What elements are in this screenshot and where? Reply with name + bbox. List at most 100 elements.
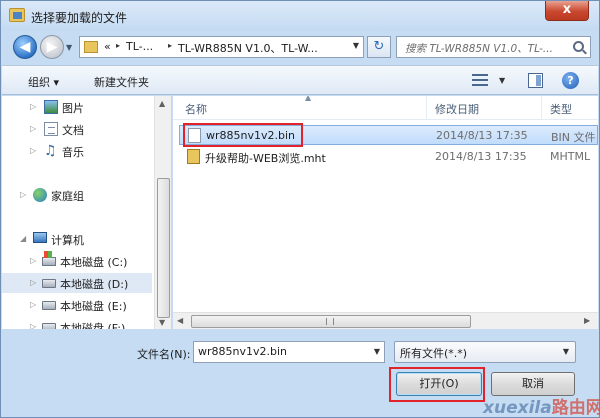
- address-segment[interactable]: TL-WR885N V1.0、TL-W...: [178, 40, 318, 56]
- recent-locations-dropdown-icon[interactable]: ▼: [66, 43, 72, 52]
- column-header-label: 类型: [550, 103, 572, 116]
- address-separator-icon[interactable]: ▸: [168, 41, 172, 50]
- sidebar-item-drive-f[interactable]: ▷ 本地磁盘 (F:): [2, 317, 152, 329]
- file-open-dialog: 选择要加载的文件 x ◀ ▶ ▼ « ▸ TL-... ▸ TL-WR885N …: [0, 0, 600, 418]
- navigation-pane-scrollbar[interactable]: ▲ ▼: [154, 96, 171, 329]
- sidebar-item-label: 音乐: [62, 146, 84, 159]
- computer-icon: [33, 232, 47, 243]
- search-input[interactable]: 搜索 TL-WR885N V1.0、TL-...: [405, 41, 565, 56]
- change-view-icon[interactable]: [472, 73, 488, 87]
- column-header-label: 名称: [185, 103, 207, 116]
- help-icon: ?: [567, 74, 574, 87]
- scroll-up-icon[interactable]: ▲: [159, 99, 165, 108]
- pictures-icon: [44, 100, 58, 114]
- sidebar-item-label: 家庭组: [51, 190, 84, 203]
- sidebar-item-label: 本地磁盘 (D:): [60, 278, 129, 291]
- chevron-down-icon[interactable]: ▼: [563, 347, 569, 356]
- help-button[interactable]: ?: [562, 72, 579, 89]
- search-icon[interactable]: [573, 41, 584, 52]
- new-folder-button[interactable]: 新建文件夹: [94, 74, 149, 90]
- preview-pane-icon[interactable]: [528, 73, 543, 88]
- navigation-bar: ◀ ▶ ▼ « ▸ TL-... ▸ TL-WR885N V1.0、TL-W..…: [1, 31, 599, 63]
- navigation-pane: ▷ 图片 ▷ 文档 ▷ ♫ 音乐 ▷ 家庭组 ◢ 计算机 ▷ 本地磁盘 (C:): [2, 96, 172, 329]
- column-header-date[interactable]: 修改日期: [427, 96, 542, 120]
- homegroup-icon: [33, 188, 47, 202]
- sidebar-item-label: 文档: [62, 124, 84, 137]
- watermark-latin: xuexila: [483, 398, 552, 418]
- sidebar-item-label: 本地磁盘 (C:): [60, 256, 128, 269]
- refresh-button[interactable]: ↻: [367, 36, 391, 58]
- sidebar-item-pictures[interactable]: ▷ 图片: [2, 97, 152, 117]
- watermark-cn: 路由网: [551, 398, 600, 418]
- expand-arrow-icon[interactable]: ▷: [30, 322, 36, 329]
- address-separator-icon[interactable]: ▸: [116, 41, 120, 50]
- drive-icon: [42, 279, 56, 288]
- refresh-icon: ↻: [373, 39, 385, 54]
- sidebar-item-label: 图片: [62, 102, 84, 115]
- file-type-select[interactable]: 所有文件(*.*) ▼: [394, 341, 576, 363]
- file-type: BIN 文件: [551, 131, 596, 144]
- sort-ascending-icon: ▲: [305, 96, 312, 102]
- scroll-down-icon[interactable]: ▼: [159, 318, 165, 327]
- sidebar-item-computer[interactable]: ◢ 计算机: [2, 229, 152, 249]
- sidebar-item-label: 计算机: [51, 234, 84, 247]
- file-mht-icon: [187, 149, 200, 164]
- command-bar: 组织 ▾ 新建文件夹 ▼ ?: [2, 65, 598, 95]
- collapse-arrow-icon[interactable]: ◢: [20, 234, 26, 243]
- address-segment[interactable]: TL-...: [126, 40, 153, 53]
- column-header-row: ▲ 名称 修改日期 类型: [173, 96, 598, 120]
- filename-value[interactable]: wr885nv1v2.bin: [198, 345, 287, 358]
- close-icon: x: [562, 2, 572, 17]
- scroll-left-icon[interactable]: ◀: [177, 316, 183, 325]
- title-bar[interactable]: 选择要加载的文件 x: [1, 1, 599, 31]
- address-overflow-chevron[interactable]: «: [104, 40, 111, 53]
- expand-arrow-icon[interactable]: ▷: [30, 146, 36, 155]
- close-button[interactable]: x: [545, 1, 589, 21]
- expand-arrow-icon[interactable]: ▷: [30, 124, 36, 133]
- expand-arrow-icon[interactable]: ▷: [30, 256, 36, 265]
- scrollbar-thumb[interactable]: [191, 315, 471, 328]
- back-button[interactable]: ◀: [13, 35, 37, 59]
- column-header-name[interactable]: ▲ 名称: [177, 96, 427, 120]
- sidebar-item-homegroup[interactable]: ▷ 家庭组: [2, 185, 152, 205]
- sidebar-item-music[interactable]: ▷ ♫ 音乐: [2, 141, 152, 161]
- sidebar-item-label: 本地磁盘 (E:): [60, 300, 127, 313]
- address-history-dropdown-icon[interactable]: ▼: [353, 41, 359, 50]
- sidebar-item-documents[interactable]: ▷ 文档: [2, 119, 152, 139]
- expand-arrow-icon[interactable]: ▷: [20, 190, 26, 199]
- file-date: 2014/8/13 17:35: [435, 150, 527, 163]
- file-date: 2014/8/13 17:35: [436, 129, 528, 142]
- file-row[interactable]: 升级帮助-WEB浏览.mht 2014/8/13 17:35 MHTML: [179, 147, 598, 167]
- sidebar-item-label: 本地磁盘 (F:): [60, 322, 126, 329]
- selected-file-highlight: [183, 123, 303, 147]
- sidebar-item-drive-e[interactable]: ▷ 本地磁盘 (E:): [2, 295, 152, 315]
- open-button-highlight: [389, 367, 485, 402]
- window-title: 选择要加载的文件: [31, 11, 128, 25]
- forward-button[interactable]: ▶: [40, 35, 64, 59]
- file-list-pane: ▲ 名称 修改日期 类型 wr885nv1v2.bin 2014/8/13 17…: [173, 96, 598, 329]
- filename-field[interactable]: wr885nv1v2.bin ▼: [193, 341, 385, 363]
- column-header-type[interactable]: 类型: [542, 96, 598, 120]
- search-box[interactable]: 搜索 TL-WR885N V1.0、TL-...: [396, 36, 591, 58]
- filename-label: 文件名(N):: [137, 348, 191, 361]
- file-list-horizontal-scrollbar[interactable]: ◀ ▶: [173, 312, 598, 329]
- sidebar-item-drive-c[interactable]: ▷ 本地磁盘 (C:): [2, 251, 152, 271]
- expand-arrow-icon[interactable]: ▷: [30, 278, 36, 287]
- drive-icon: [42, 323, 56, 329]
- drive-c-icon: [42, 251, 56, 266]
- scrollbar-grip-icon: [326, 318, 334, 325]
- sidebar-item-drive-d[interactable]: ▷ 本地磁盘 (D:): [2, 273, 152, 293]
- address-bar[interactable]: « ▸ TL-... ▸ TL-WR885N V1.0、TL-W... ▼: [79, 36, 364, 58]
- scrollbar-thumb[interactable]: [157, 178, 170, 318]
- file-name: 升级帮助-WEB浏览.mht: [205, 152, 326, 165]
- column-header-label: 修改日期: [435, 103, 479, 116]
- documents-icon: [44, 122, 58, 136]
- organize-menu-button[interactable]: 组织 ▾: [28, 74, 59, 90]
- folder-icon: [84, 41, 98, 53]
- expand-arrow-icon[interactable]: ▷: [30, 300, 36, 309]
- filename-history-dropdown-icon[interactable]: ▼: [374, 347, 380, 356]
- scroll-right-icon[interactable]: ▶: [584, 316, 590, 325]
- music-icon: ♫: [44, 143, 57, 159]
- expand-arrow-icon[interactable]: ▷: [30, 102, 36, 111]
- view-options-dropdown-icon[interactable]: ▼: [499, 76, 505, 85]
